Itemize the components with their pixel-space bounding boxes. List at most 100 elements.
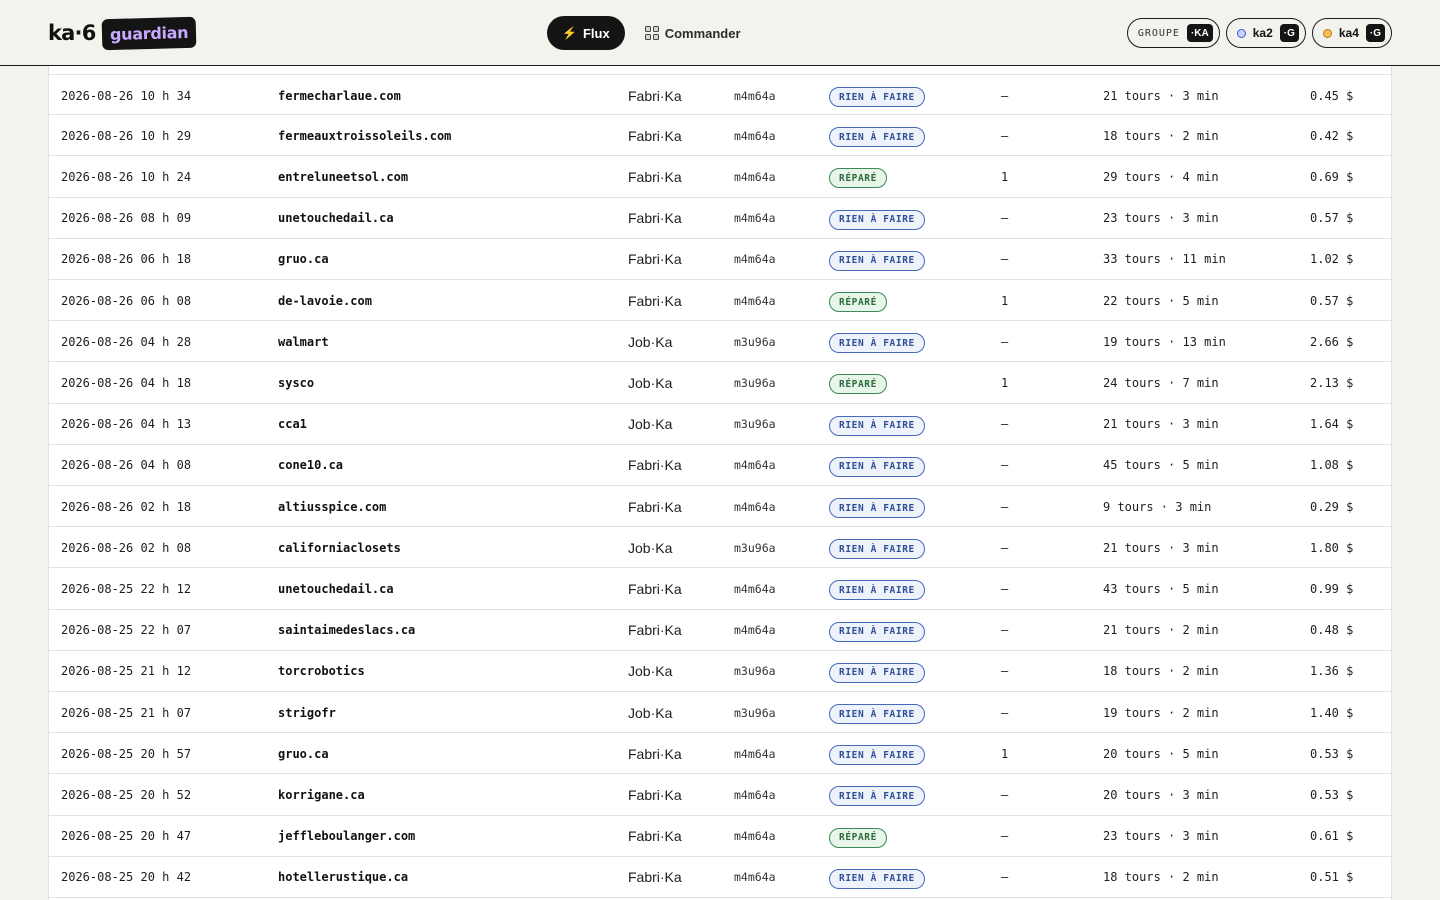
row-date: 2026-08-26 06 h 18 — [61, 252, 192, 267]
table-row[interactable]: 2026-08-26 02 h 08 californiaclosets Job·K… — [49, 527, 1391, 569]
table-row[interactable]: 2026-08-26 04 h 18 sysco Job·Ka m3u96a RÉPAR… — [49, 362, 1391, 404]
row-code: m4m64a — [734, 870, 776, 885]
row-tours: 33 tours · 11 min — [1103, 252, 1226, 267]
row-site[interactable]: altiusspice.com — [278, 486, 386, 527]
row-site[interactable]: sysco — [278, 362, 314, 403]
row-tours: 45 tours · 5 min — [1103, 458, 1219, 473]
table-row[interactable]: 2026-08-25 21 h 12 torcrobotics Job·Ka m3u9… — [49, 651, 1391, 692]
row-site[interactable]: gruo.ca — [278, 239, 329, 280]
status-badge: RIEN À FAIRE — [829, 868, 925, 889]
row-code: m4m64a — [734, 252, 776, 267]
row-count: — — [1001, 664, 1009, 679]
tab-flux-label: Flux — [582, 25, 610, 41]
row-site[interactable]: cca1 — [278, 404, 307, 445]
chip-ka2-label: ka2 — [1252, 26, 1273, 40]
row-tours: 21 tours · 3 min — [1103, 417, 1219, 432]
table-row[interactable]: 2026-08-26 04 h 13 cca1 Job·Ka m3u96a RIEN À… — [49, 404, 1391, 445]
row-owner: Fabri·Ka — [628, 828, 682, 845]
row-date: 2026-08-26 04 h 13 — [61, 417, 192, 432]
row-cost: 1.02 $ — [1310, 252, 1354, 267]
table-row[interactable]: 2026-08-25 22 h 12 unetouchedail.ca Fabri·… — [49, 568, 1391, 610]
row-code: m4m64a — [734, 293, 776, 308]
row-cost: 1.64 $ — [1310, 417, 1354, 432]
row-status: RIEN À FAIRE — [829, 445, 925, 486]
chip-ka4-label: ka4 — [1338, 26, 1359, 40]
table-row[interactable]: 2026-08-26 04 h 28 walmart Job·Ka m3u96a RIE… — [49, 321, 1391, 363]
row-count: 1 — [1001, 375, 1009, 390]
chip-ka4[interactable]: ka4 ·G — [1311, 18, 1392, 48]
tab-commander-label: Commander — [664, 25, 741, 41]
runs-table: 2026-08-26 10 h 34 fermecharlaue.com Fabri… — [48, 66, 1392, 900]
status-badge: RIEN À FAIRE — [829, 745, 925, 766]
row-site[interactable]: fermeauxtroissoleils.com — [278, 115, 451, 156]
row-site[interactable]: unetouchedail.ca — [278, 198, 394, 239]
row-status: RÉPARÉ — [829, 362, 887, 403]
brand-name: ka·6 — [48, 21, 96, 45]
table-row[interactable]: 2026-08-26 10 h 24 entreluneetsol.com Fabr… — [49, 156, 1391, 198]
row-site[interactable]: torcrobotics — [278, 651, 365, 692]
status-badge: RIEN À FAIRE — [829, 250, 925, 271]
chip-groupe-label: GROUPE — [1137, 27, 1180, 39]
row-site[interactable]: entreluneetsol.com — [278, 156, 408, 197]
row-code: m4m64a — [734, 169, 776, 184]
row-tours: 21 tours · 3 min — [1103, 88, 1219, 103]
table-row[interactable]: 2026-08-25 20 h 47 jeffleboulanger.com Fab… — [49, 816, 1391, 857]
row-site[interactable]: gruo.ca — [278, 733, 329, 774]
brand-logo[interactable]: ka·6 guardian — [48, 16, 197, 50]
row-site[interactable]: strigofr — [278, 692, 336, 733]
table-row[interactable]: 2026-08-26 06 h 08 de-lavoie.com Fabri·Ka m… — [49, 280, 1391, 322]
table-row[interactable]: 2026-08-25 22 h 07 saintaimedeslacs.ca Fab… — [49, 610, 1391, 651]
row-site[interactable]: jeffleboulanger.com — [278, 816, 415, 857]
row-count: — — [1001, 417, 1009, 432]
row-cost: 0.48 $ — [1310, 623, 1354, 638]
row-status: RÉPARÉ — [829, 156, 887, 197]
row-tours: 19 tours · 13 min — [1103, 334, 1226, 349]
row-site[interactable]: walmart — [278, 321, 329, 362]
row-count: — — [1001, 870, 1009, 885]
chip-ka2[interactable]: ka2 ·G — [1225, 18, 1306, 48]
status-badge: RIEN À FAIRE — [829, 333, 925, 354]
row-date: 2026-08-26 02 h 18 — [61, 499, 192, 514]
row-site[interactable]: californiaclosets — [278, 527, 401, 568]
table-row[interactable]: 2026-08-25 20 h 52 korrigane.ca Fabri·Ka m4… — [49, 774, 1391, 816]
table-row[interactable]: 2026-08-25 21 h 07 strigofr Job·Ka m3u96a RI… — [49, 692, 1391, 734]
row-date: 2026-08-26 10 h 34 — [61, 88, 192, 103]
row-tours: 24 tours · 7 min — [1103, 375, 1219, 390]
row-date: 2026-08-26 04 h 18 — [61, 375, 192, 390]
row-date: 2026-08-25 21 h 07 — [61, 705, 192, 720]
row-site[interactable]: de-lavoie.com — [278, 280, 372, 321]
row-owner: Job·Ka — [628, 416, 673, 433]
row-owner: Fabri·Ka — [628, 869, 682, 886]
row-tours: 21 tours · 3 min — [1103, 540, 1219, 555]
row-site[interactable]: hotellerustique.ca — [278, 857, 408, 898]
row-count: — — [1001, 211, 1009, 226]
chip-groupe[interactable]: GROUPE ·KA — [1126, 18, 1220, 48]
table-row[interactable]: 2026-08-26 08 h 09 unetouchedail.ca Fabri·… — [49, 198, 1391, 239]
row-site[interactable]: fermecharlaue.com — [278, 75, 401, 116]
table-row[interactable]: 2026-08-26 04 h 08 cone10.ca Fabri·Ka m4m64… — [49, 445, 1391, 486]
tab-commander[interactable]: Commander — [644, 16, 741, 50]
tab-flux[interactable]: ⚡ Flux — [547, 16, 625, 50]
row-owner: Fabri·Ka — [628, 168, 682, 185]
row-date: 2026-08-26 10 h 24 — [61, 169, 192, 184]
status-badge: RIEN À FAIRE — [829, 127, 925, 148]
row-tours: 23 tours · 3 min — [1103, 829, 1219, 844]
row-cost: 0.42 $ — [1310, 128, 1354, 143]
row-owner: Fabri·Ka — [628, 498, 682, 515]
row-code: m4m64a — [734, 581, 776, 596]
row-site[interactable]: korrigane.ca — [278, 774, 365, 815]
table-row[interactable]: 2026-08-26 06 h 18 gruo.ca Fabri·Ka m4m64a R… — [49, 239, 1391, 280]
row-code: m4m64a — [734, 787, 776, 802]
table-row[interactable]: 2026-08-26 02 h 18 altiusspice.com Fabri·K… — [49, 486, 1391, 528]
row-cost: 2.13 $ — [1310, 375, 1354, 390]
table-row[interactable]: 2026-08-25 20 h 42 hotellerustique.ca Fabr… — [49, 857, 1391, 898]
status-badge: RIEN À FAIRE — [829, 786, 925, 807]
row-cost: 0.69 $ — [1310, 169, 1354, 184]
row-site[interactable]: unetouchedail.ca — [278, 568, 394, 609]
status-badge: RÉPARÉ — [829, 374, 887, 395]
table-row[interactable]: 2026-08-26 10 h 29 fermeauxtroissoleils.c… — [49, 115, 1391, 157]
row-site[interactable]: cone10.ca — [278, 445, 343, 486]
row-site[interactable]: saintaimedeslacs.ca — [278, 610, 415, 651]
table-row[interactable]: 2026-08-25 20 h 57 gruo.ca Fabri·Ka m4m64a R… — [49, 733, 1391, 775]
table-row[interactable]: 2026-08-26 10 h 34 fermecharlaue.com Fabri… — [49, 74, 1391, 116]
